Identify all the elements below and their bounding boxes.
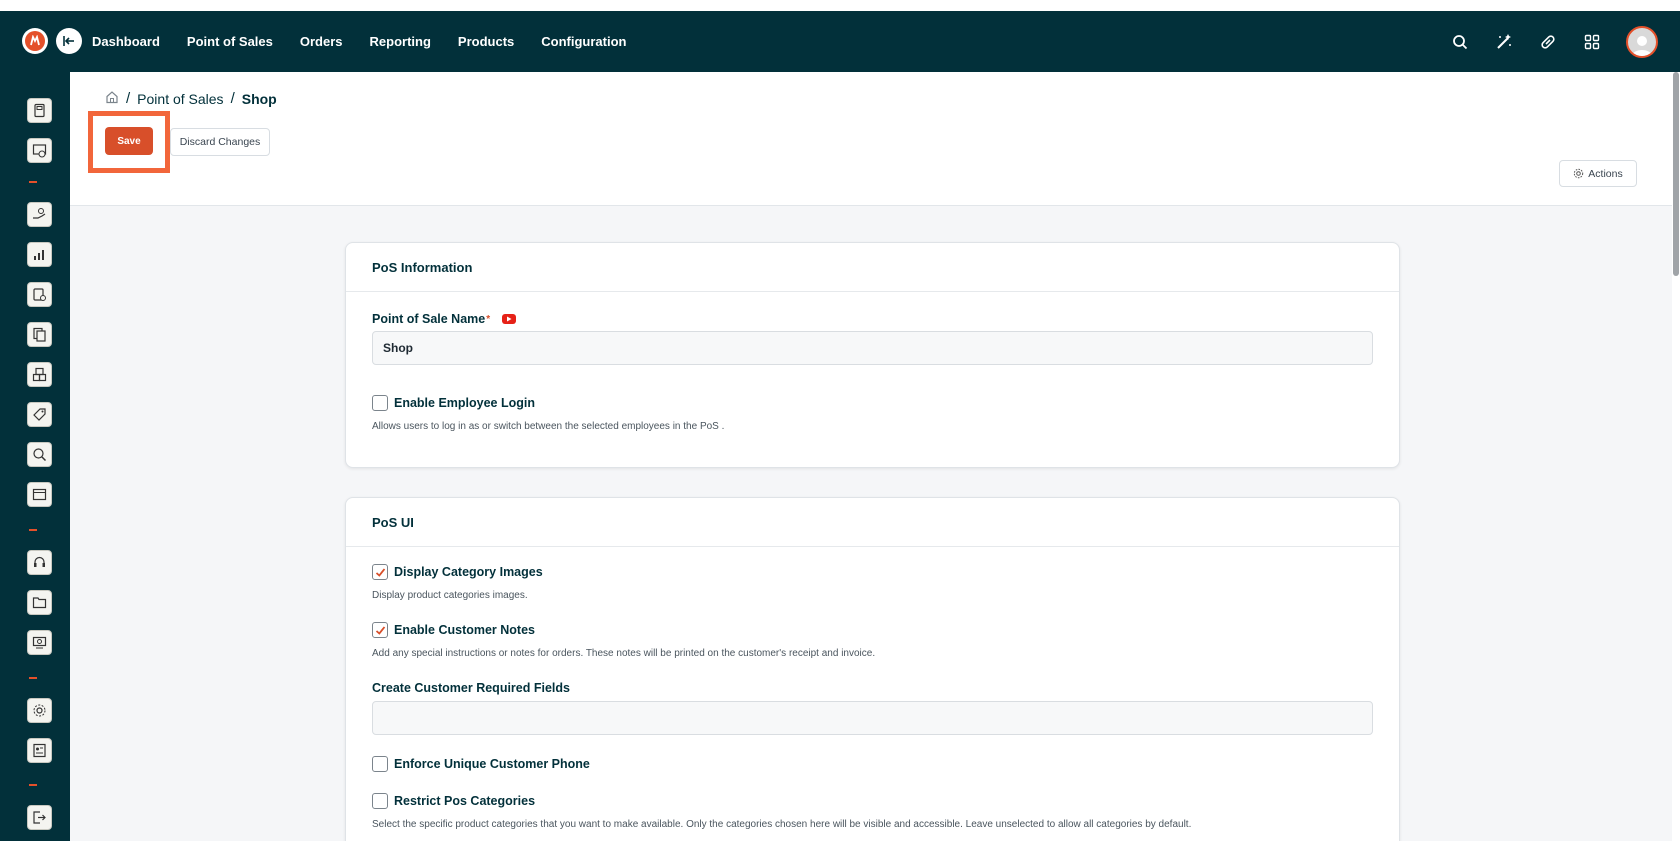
home-icon[interactable] <box>105 90 119 107</box>
breadcrumb-point-of-sales[interactable]: Point of Sales <box>137 91 223 107</box>
required-fields-input[interactable] <box>372 701 1373 735</box>
form-area: PoS Information Point of Sale Name * Shop… <box>70 206 1672 841</box>
nav-reporting[interactable]: Reporting <box>370 34 431 49</box>
employee-login-checkbox-row[interactable]: Enable Employee Login <box>372 395 535 411</box>
folder-icon[interactable] <box>27 590 52 615</box>
pos-information-card: PoS Information Point of Sale Name * Shop… <box>345 242 1400 468</box>
category-images-checkbox-row[interactable]: Display Category Images <box>372 564 543 580</box>
logo-mark-icon <box>25 31 45 51</box>
employee-login-checkbox[interactable] <box>372 395 388 411</box>
unique-phone-checkbox-row[interactable]: Enforce Unique Customer Phone <box>372 756 590 772</box>
unique-phone-label: Enforce Unique Customer Phone <box>394 757 590 771</box>
pos-name-label: Point of Sale Name * <box>372 312 517 326</box>
nav-point-of-sales[interactable]: Point of Sales <box>187 34 273 49</box>
customer-notes-checkbox-row[interactable]: Enable Customer Notes <box>372 622 535 638</box>
pos-name-label-text: Point of Sale Name <box>372 312 486 326</box>
page-header: / Point of Sales / Shop Save Discard Cha… <box>70 72 1672 206</box>
settings-gear-icon[interactable] <box>27 698 52 723</box>
actions-label: Actions <box>1588 167 1623 180</box>
restrict-categories-help: Select the specific product categories t… <box>372 819 1192 830</box>
sidebar-divider <box>29 784 37 786</box>
required-fields-label: Create Customer Required Fields <box>372 681 570 695</box>
gear-icon <box>1574 168 1584 179</box>
tag-icon[interactable] <box>27 402 52 427</box>
required-asterisk: * <box>486 313 491 325</box>
pill-icon[interactable] <box>1538 32 1558 52</box>
nav-dashboard[interactable]: Dashboard <box>92 34 160 49</box>
search-icon[interactable] <box>1450 32 1470 52</box>
calendar-icon[interactable] <box>27 482 52 507</box>
bar-chart-icon[interactable] <box>27 242 52 267</box>
app-logo[interactable] <box>22 28 48 54</box>
scrollbar-thumb[interactable] <box>1673 72 1679 276</box>
user-card-icon[interactable] <box>27 738 52 763</box>
top-navbar: Dashboard Point of Sales Orders Reportin… <box>0 11 1680 72</box>
breadcrumb-current: Shop <box>241 90 277 107</box>
collapse-sidebar-button[interactable] <box>56 28 82 54</box>
actions-button[interactable]: Actions <box>1559 160 1637 187</box>
breadcrumb-separator: / <box>230 90 235 107</box>
left-sidebar <box>0 72 70 841</box>
top-right-icons <box>1450 11 1680 72</box>
app-page: Dashboard Point of Sales Orders Reportin… <box>0 0 1680 841</box>
category-images-checkbox[interactable] <box>372 564 388 580</box>
customer-notes-checkbox[interactable] <box>372 622 388 638</box>
save-button[interactable]: Save <box>105 127 153 155</box>
card-title: PoS Information <box>346 243 1399 292</box>
employee-login-label: Enable Employee Login <box>394 396 535 410</box>
main-content: / Point of Sales / Shop Save Discard Cha… <box>70 72 1672 841</box>
checkmark-icon <box>375 567 385 577</box>
documents-icon[interactable] <box>27 322 52 347</box>
magic-wand-icon[interactable] <box>1494 32 1514 52</box>
main-nav: Dashboard Point of Sales Orders Reportin… <box>92 11 653 72</box>
category-images-label: Display Category Images <box>394 565 543 579</box>
collapse-left-icon <box>63 36 74 46</box>
nav-configuration[interactable]: Configuration <box>541 34 626 49</box>
sidebar-divider <box>29 529 37 531</box>
apps-grid-icon[interactable] <box>1582 32 1602 52</box>
boxes-icon[interactable] <box>27 362 52 387</box>
clipboard-clock-icon[interactable] <box>27 282 52 307</box>
pos-terminal-icon[interactable] <box>27 98 52 123</box>
logout-icon[interactable] <box>27 805 52 830</box>
customer-notes-help: Add any special instructions or notes fo… <box>372 648 876 659</box>
avatar[interactable] <box>1626 25 1658 58</box>
employee-login-help: Allows users to log in as or switch betw… <box>372 421 725 432</box>
nav-products[interactable]: Products <box>458 34 514 49</box>
card-title: PoS UI <box>346 498 1399 547</box>
headset-icon[interactable] <box>27 550 52 575</box>
pos-ui-card: PoS UI Display Category Images Display p… <box>345 497 1400 841</box>
restrict-categories-checkbox-row[interactable]: Restrict Pos Categories <box>372 793 535 809</box>
sidebar-divider <box>29 677 37 679</box>
screen-dollar-icon[interactable] <box>27 630 52 655</box>
breadcrumb-separator: / <box>126 90 131 107</box>
hand-money-icon[interactable] <box>27 202 52 227</box>
sidebar-divider <box>29 181 37 183</box>
search-person-icon[interactable] <box>27 442 52 467</box>
user-silhouette-icon <box>1632 35 1652 56</box>
breadcrumb: / Point of Sales / Shop <box>105 90 277 107</box>
youtube-icon[interactable] <box>502 314 517 324</box>
discard-changes-button[interactable]: Discard Changes <box>170 128 270 156</box>
page-scrollbar[interactable] <box>1672 72 1680 841</box>
restrict-categories-label: Restrict Pos Categories <box>394 794 536 808</box>
pos-name-input[interactable]: Shop <box>372 331 1373 365</box>
nav-orders[interactable]: Orders <box>300 34 343 49</box>
checkmark-icon <box>375 625 385 635</box>
customer-notes-label: Enable Customer Notes <box>394 623 536 637</box>
category-images-help: Display product categories images. <box>372 590 528 601</box>
unique-phone-checkbox[interactable] <box>372 756 388 772</box>
restrict-categories-checkbox[interactable] <box>372 793 388 809</box>
dashboard-chart-icon[interactable] <box>27 138 52 163</box>
